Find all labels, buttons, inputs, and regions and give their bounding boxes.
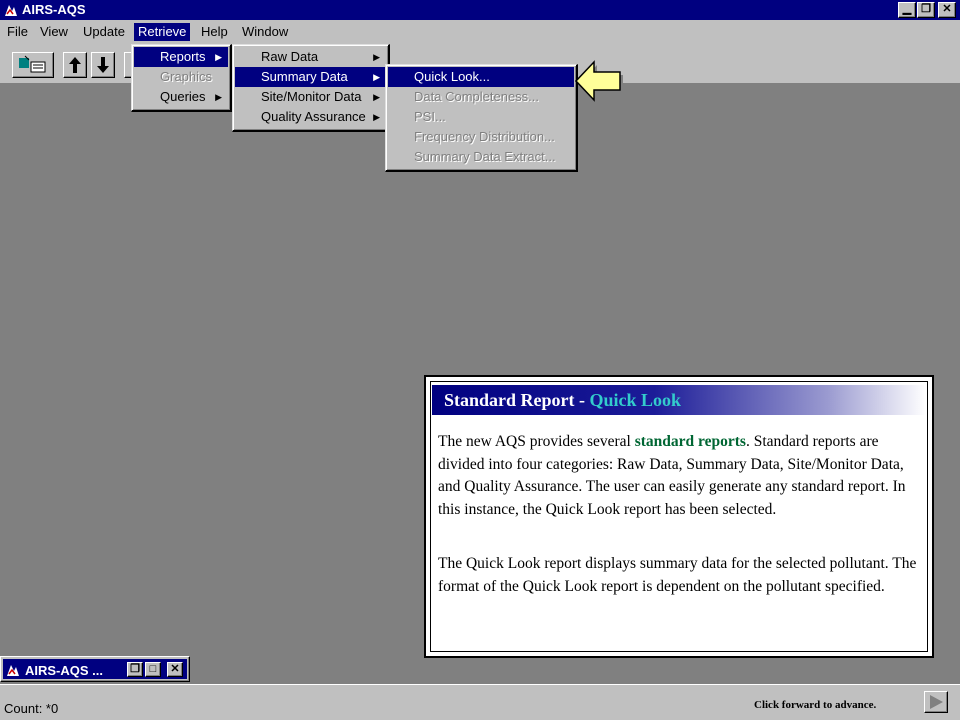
- menu-view[interactable]: View: [36, 23, 72, 41]
- menu-bar: File View Update Retrieve Help Window: [0, 20, 960, 44]
- para1-highlight: standard reports: [634, 433, 746, 450]
- info-paragraph-2: The Quick Look report displays summary d…: [438, 555, 917, 595]
- minimized-window[interactable]: AIRS-AQS ... ❐ □ ✕: [0, 656, 190, 682]
- reports-submenu: Raw Data ▶ Summary Data ▶ Site/Monitor D…: [232, 44, 390, 132]
- submenu-arrow-icon: ▶: [215, 52, 222, 62]
- menu-item-frequency-distribution: Frequency Distribution...: [388, 127, 574, 147]
- submenu-arrow-icon: ▶: [373, 52, 380, 62]
- scroll-up-button[interactable]: [63, 52, 87, 78]
- title-prefix: Standard Report -: [444, 390, 590, 410]
- menu-item-summary-data[interactable]: Summary Data ▶: [235, 67, 386, 87]
- info-callout-box: Standard Report - Quick Look The new AQS…: [424, 375, 934, 658]
- status-bar: Count: *0 Click forward to advance.: [0, 684, 960, 720]
- airs-app-icon: [3, 2, 19, 18]
- summary-data-submenu: Quick Look... Data Completeness... PSI..…: [385, 64, 578, 172]
- query-icon: [19, 55, 46, 73]
- menu-item-label: Summary Data Extract...: [414, 149, 556, 164]
- menu-item-psi: PSI...: [388, 107, 574, 127]
- close-icon: ✕: [170, 663, 180, 675]
- menu-item-label: Raw Data: [261, 49, 319, 64]
- arrow-up-icon: [69, 57, 81, 73]
- menu-item-queries[interactable]: Queries ▶: [134, 87, 228, 107]
- menu-item-data-completeness: Data Completeness...: [388, 87, 574, 107]
- menu-item-quick-look[interactable]: Quick Look...: [388, 67, 574, 87]
- menu-item-label: Graphics: [160, 69, 213, 84]
- menu-item-label: Queries: [160, 89, 206, 104]
- menu-item-label: Data Completeness...: [414, 89, 540, 104]
- menu-item-summary-data-extract: Summary Data Extract...: [388, 147, 574, 167]
- title-highlight: Quick Look: [589, 390, 682, 410]
- menu-item-label: Quick Look...: [414, 69, 490, 84]
- menu-update[interactable]: Update: [79, 23, 129, 41]
- menu-retrieve[interactable]: Retrieve: [134, 23, 191, 41]
- minimize-button[interactable]: ▁: [898, 2, 916, 18]
- submenu-arrow-icon: ▶: [373, 92, 380, 102]
- forward-button[interactable]: [924, 691, 948, 713]
- arrow-down-icon: [97, 57, 109, 73]
- minimize-icon: ▁: [902, 3, 912, 15]
- submenu-arrow-icon: ▶: [373, 112, 380, 122]
- toolbar-query-button[interactable]: [12, 52, 54, 78]
- minimized-window-title-bar[interactable]: AIRS-AQS ... ❐ □ ✕: [3, 659, 187, 679]
- window-title: AIRS-AQS: [22, 2, 86, 17]
- para1-start: The new AQS provides several: [438, 433, 635, 450]
- retrieve-menu: Reports ▶ Graphics Queries ▶: [131, 44, 232, 112]
- menu-item-graphics: Graphics: [134, 67, 228, 87]
- menu-item-quality-assurance[interactable]: Quality Assurance ▶: [235, 107, 386, 127]
- restore-icon: ❐: [921, 3, 931, 15]
- restore-button[interactable]: ❐: [917, 2, 935, 18]
- menu-item-label: Frequency Distribution...: [414, 129, 555, 144]
- info-paragraph-1: The new AQS provides several standard re…: [438, 431, 924, 521]
- maximize-icon: □: [149, 663, 157, 675]
- mini-close-button[interactable]: ✕: [167, 662, 183, 677]
- menu-item-reports[interactable]: Reports ▶: [134, 47, 228, 67]
- submenu-arrow-icon: ▶: [373, 72, 380, 82]
- close-icon: ✕: [942, 3, 952, 15]
- status-count: Count: *0: [4, 701, 59, 716]
- menu-item-site-monitor-data[interactable]: Site/Monitor Data ▶: [235, 87, 386, 107]
- menu-help[interactable]: Help: [197, 23, 232, 41]
- menu-item-label: Quality Assurance: [261, 109, 366, 124]
- scroll-down-button[interactable]: [91, 52, 115, 78]
- advance-instruction: Click forward to advance.: [754, 699, 877, 711]
- submenu-arrow-icon: ▶: [215, 92, 222, 102]
- menu-item-label: Site/Monitor Data: [261, 89, 362, 104]
- airs-app-icon: [5, 662, 21, 678]
- menu-item-raw-data[interactable]: Raw Data ▶: [235, 47, 386, 67]
- menu-window[interactable]: Window: [238, 23, 292, 41]
- info-box-header: Standard Report - Quick Look: [432, 385, 926, 415]
- mini-maximize-button[interactable]: □: [145, 662, 161, 677]
- menu-item-label: Reports: [160, 49, 206, 64]
- restore-icon: ❐: [130, 663, 140, 675]
- menu-file[interactable]: File: [3, 23, 32, 41]
- minimized-window-title: AIRS-AQS ...: [25, 663, 104, 678]
- play-forward-icon: [930, 695, 943, 709]
- menu-item-label: Summary Data: [261, 69, 348, 84]
- app-title-bar: AIRS-AQS ▁ ❐ ✕: [0, 0, 960, 20]
- mini-restore-button[interactable]: ❐: [127, 662, 143, 677]
- pointer-arrow-icon: [574, 60, 623, 103]
- close-button[interactable]: ✕: [938, 2, 956, 18]
- menu-item-label: PSI...: [414, 109, 446, 124]
- info-box-title: Standard Report - Quick Look: [444, 390, 681, 411]
